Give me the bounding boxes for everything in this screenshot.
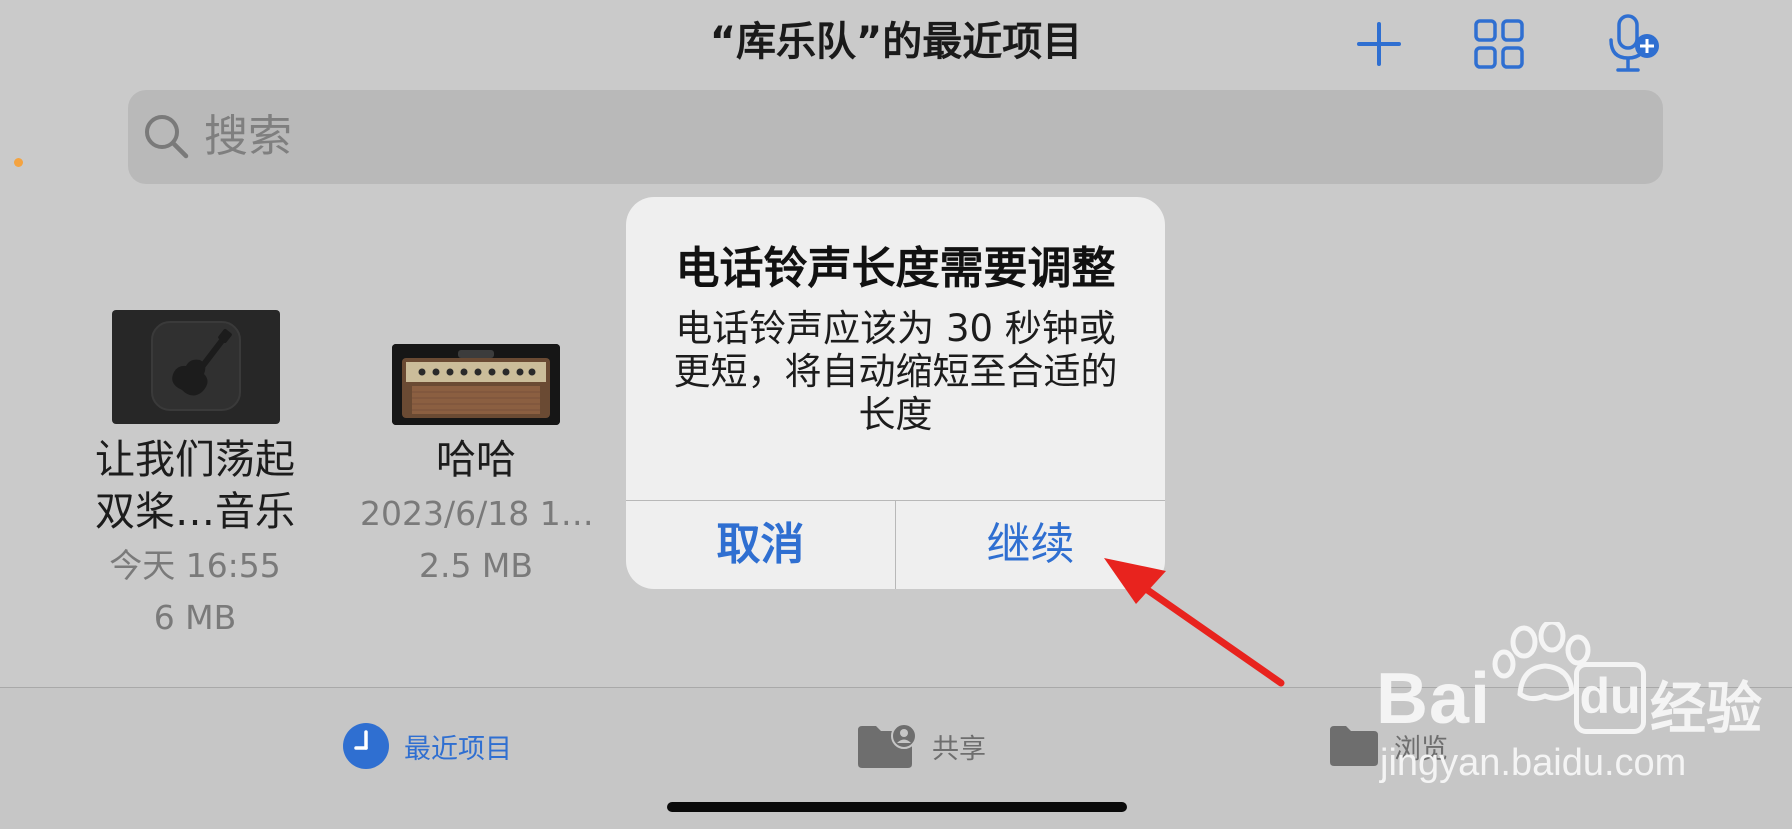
record-new-button[interactable] [1601,12,1665,76]
ringtone-length-alert: 电话铃声长度需要调整 电话铃声应该为 30 秒钟或 更短，将自动缩短至合适的 长… [626,197,1165,589]
guitar-app-icon [151,321,241,411]
tab-label: 最近项目 [404,733,512,765]
grid-icon [1474,19,1524,69]
amplifier-thumbnail [392,344,560,425]
project-name-line1: 让我们荡起 [95,437,295,483]
alert-title: 电话铃声长度需要调整 [675,243,1116,294]
continue-button[interactable]: 继续 [896,501,1165,589]
tab-label: 浏览 [1394,733,1448,765]
search-bar[interactable]: 搜索 [128,90,1663,184]
home-indicator [667,802,1127,812]
project-item[interactable]: 哈哈 2023/6/18 1… 2.5 MB [360,300,594,600]
search-placeholder: 搜索 [204,111,292,162]
tab-recents[interactable]: 最近项目 [342,716,512,776]
status-dot [14,158,23,167]
view-toggle-button[interactable] [1467,12,1531,76]
project-date: 今天 16:55 [109,546,281,585]
folder-icon [1330,726,1378,766]
alert-message-line: 更短，将自动缩短至合适的 [673,350,1118,393]
project-date: 2023/6/18 1… [360,494,594,533]
shared-folder-icon [858,723,917,768]
search-icon [145,115,189,159]
plus-icon [1357,22,1401,66]
page-title: “库乐队”的最近项目 [709,19,1083,65]
alert-message-line: 长度 [858,393,933,436]
project-size: 2.5 MB [418,546,534,585]
tab-shared[interactable]: 共享 [856,716,986,776]
clock-icon [343,723,389,769]
alert-message-line: 电话铃声应该为 30 秒钟或 [675,307,1116,350]
project-size: 6 MB [153,598,237,637]
tab-browse[interactable]: 浏览 [1328,716,1448,776]
project-item[interactable]: 让我们荡起 双桨…音乐 今天 16:55 6 MB [84,300,306,640]
project-thumbnail [392,344,560,425]
app-screen: “库乐队”的最近项目 搜索 让我们荡起 双桨…音乐 今天 16:55 6 MB … [0,0,1792,829]
project-thumbnail [112,310,280,424]
cancel-button[interactable]: 取消 [626,501,895,589]
alert-message: 电话铃声应该为 30 秒钟或 更短，将自动缩短至合适的 长度 [656,307,1135,436]
mic-add-icon [1609,14,1659,72]
project-name-line2: 双桨…音乐 [95,489,295,535]
add-button[interactable] [1347,12,1411,76]
project-name: 哈哈 [436,437,516,483]
tab-label: 共享 [932,733,986,765]
